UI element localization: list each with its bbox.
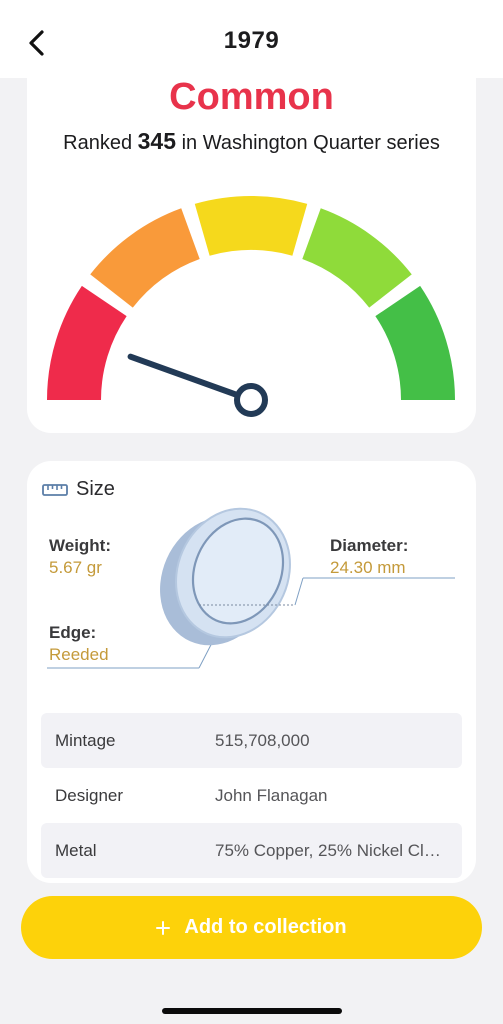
edge-value: Reeded — [49, 645, 109, 664]
table-row: Designer John Flanagan — [41, 768, 462, 823]
home-indicator — [162, 1008, 342, 1014]
app-header: 1979 — [0, 0, 503, 78]
weight-label: Weight: — [49, 536, 112, 555]
rarity-gauge — [47, 196, 455, 417]
rarity-card: Common Ranked 345 in Washington Quarter … — [27, 70, 476, 433]
row-key: Metal — [55, 840, 97, 860]
plus-icon — [156, 920, 171, 935]
diameter-value: 24.30 mm — [330, 558, 406, 577]
size-card: Size Weight: 5.67 gr Diameter: 24.30 mm … — [27, 461, 476, 883]
row-key: Mintage — [55, 730, 116, 750]
page-title: 1979 — [223, 27, 280, 54]
edge-label: Edge: — [49, 623, 97, 642]
row-key: Designer — [55, 785, 124, 805]
gauge-segment-rare — [47, 285, 127, 400]
back-button[interactable] — [20, 26, 54, 60]
gauge-segment-scarce — [90, 208, 200, 308]
gauge-segment-average — [302, 208, 412, 308]
table-row: Mintage 515,708,000 — [41, 713, 462, 768]
gauge-segment-common — [375, 285, 455, 400]
row-value: 515,708,000 — [215, 730, 310, 750]
row-value: 75% Copper, 25% Nickel Clad to Pure Copp… — [215, 840, 462, 860]
add-button-label: Add to collection — [184, 916, 347, 938]
weight-value: 5.67 gr — [49, 558, 102, 577]
gauge-segment-uncommon — [194, 196, 308, 256]
chevron-left-icon — [29, 30, 44, 56]
details-table: Mintage 515,708,000 Designer John Flanag… — [41, 713, 462, 878]
gauge-needle — [127, 353, 254, 403]
add-to-collection-button[interactable]: Add to collection — [21, 896, 482, 959]
row-value: John Flanagan — [215, 785, 328, 805]
coin-illustration — [47, 507, 455, 669]
diameter-label: Diameter: — [330, 536, 409, 555]
gauge-hub — [234, 383, 268, 417]
table-row: Metal 75% Copper, 25% Nickel Clad to Pur… — [41, 823, 462, 878]
